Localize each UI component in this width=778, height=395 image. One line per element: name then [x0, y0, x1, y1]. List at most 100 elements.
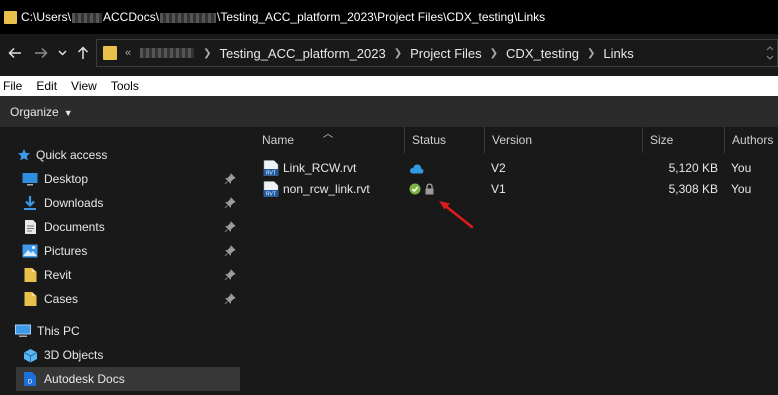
breadcrumb-separator-icon[interactable]: ❯ [587, 48, 595, 59]
breadcrumb-item[interactable]: Links [603, 46, 633, 61]
sidebar-item-this-pc[interactable]: This PC [15, 319, 240, 343]
column-header-label: Name [262, 133, 295, 147]
pin-icon [224, 197, 236, 209]
menu-tools[interactable]: Tools [108, 79, 146, 93]
star-icon [16, 147, 32, 163]
breadcrumb-separator-icon[interactable]: ❯ [490, 48, 498, 59]
folder-icon [103, 46, 117, 60]
navigation-pane: Quick access Desktop Downloads Documents… [0, 127, 243, 395]
redacted-text [140, 48, 195, 58]
sidebar-item-label: Cases [44, 292, 79, 306]
rvt-file-icon: RVT [263, 181, 279, 197]
menu-file[interactable]: File [0, 79, 29, 93]
redacted-text [72, 12, 103, 23]
sidebar-item-3d-objects[interactable]: 3D Objects [22, 343, 240, 367]
rvt-file-icon: RVT [263, 160, 279, 176]
sidebar-item-desktop[interactable]: Desktop [22, 167, 240, 191]
breadcrumb-item[interactable]: CDX_testing [506, 46, 579, 61]
lock-icon [425, 183, 434, 195]
breadcrumb-separator-icon[interactable]: ❯ [394, 48, 402, 59]
arrow-left-icon [8, 47, 21, 59]
sidebar-item-documents[interactable]: Documents [22, 215, 240, 239]
title-bar: C:\Users\ ACCDocs\ \Testing_ACC_platform_2… [0, 0, 778, 34]
overflow-chevron[interactable]: « [125, 47, 131, 59]
breadcrumb-item[interactable]: Testing_ACC_platform_2023 [220, 46, 386, 61]
sidebar-item-label: 3D Objects [44, 348, 104, 362]
sidebar-item-revit[interactable]: Revit [22, 263, 240, 287]
3d-objects-icon [22, 347, 38, 363]
window-title: C:\Users\ ACCDocs\ \Testing_ACC_platform_2… [21, 10, 546, 24]
sidebar-item-label: Downloads [44, 196, 104, 210]
column-header-name[interactable]: Name [255, 127, 405, 153]
sidebar-item-label: Autodesk Docs [44, 372, 125, 386]
status-cell [409, 163, 424, 174]
pictures-icon [22, 243, 38, 259]
sidebar-item-autodesk-docs[interactable]: D Autodesk Docs [16, 367, 240, 391]
menu-bar: File Edit View Tools [0, 76, 778, 96]
computer-icon [15, 323, 31, 339]
folder-icon [22, 267, 38, 283]
command-bar: Organize ▼ [0, 96, 778, 127]
column-header-authors[interactable]: Authors [725, 127, 778, 153]
column-header-size[interactable]: Size [643, 127, 725, 153]
menu-edit[interactable]: Edit [33, 79, 64, 93]
up-button[interactable] [70, 38, 96, 68]
file-size: 5,120 KB [668, 161, 718, 175]
arrow-right-icon [35, 47, 48, 59]
address-bar[interactable]: « ❯ Testing_ACC_platform_2023 ❯ Project … [96, 39, 778, 67]
sidebar-item-pictures[interactable]: Pictures [22, 239, 240, 263]
column-header-status[interactable]: Status [405, 127, 485, 153]
file-author: You [731, 161, 752, 175]
annotation-arrow-icon [439, 201, 474, 229]
synced-check-icon [409, 183, 421, 195]
file-list: ︿ Name Status Version Size Authors RVT L… [243, 127, 778, 395]
column-header-label: Size [650, 133, 674, 147]
svg-text:D: D [28, 380, 33, 386]
breadcrumb-item[interactable]: Project Files [410, 46, 482, 61]
pin-icon [224, 269, 236, 281]
file-name: Link_RCW.rvt [283, 161, 357, 175]
sidebar-item-label: Documents [44, 220, 105, 234]
file-author: You [731, 182, 752, 196]
redacted-text [160, 12, 217, 23]
documents-icon [22, 219, 38, 235]
column-header-label: Version [492, 133, 533, 147]
recent-locations-button[interactable] [54, 38, 70, 68]
navigation-bar: « ❯ Testing_ACC_platform_2023 ❯ Project … [0, 34, 778, 72]
svg-text:RVT: RVT [266, 171, 276, 177]
column-header-label: Status [412, 133, 447, 147]
file-version: V2 [491, 161, 506, 175]
download-icon [22, 195, 38, 211]
chevron-down-icon [57, 50, 67, 56]
pin-icon [224, 173, 236, 185]
forward-button[interactable] [28, 38, 54, 68]
folder-icon [22, 291, 38, 307]
menu-view[interactable]: View [68, 79, 104, 93]
autodesk-docs-icon: D [22, 371, 38, 387]
svg-text:RVT: RVT [266, 192, 276, 198]
organize-button[interactable]: Organize ▼ [10, 105, 73, 119]
column-header-label: Authors [732, 133, 774, 147]
organize-label: Organize [10, 104, 59, 119]
column-header-version[interactable]: Version [485, 127, 643, 153]
arrow-up-icon [77, 46, 89, 59]
back-button[interactable] [2, 38, 28, 68]
sidebar-item-cases[interactable]: Cases [22, 287, 240, 311]
breadcrumb-separator-icon[interactable]: ❯ [203, 48, 211, 59]
table-row[interactable]: RVT Link_RCW.rvt V2 5,120 KB You [258, 158, 778, 178]
caret-down-icon: ▼ [63, 107, 73, 118]
sidebar-item-downloads[interactable]: Downloads [22, 191, 240, 215]
address-scroll[interactable] [763, 40, 777, 66]
cloud-icon [409, 164, 424, 173]
sidebar-item-quick-access[interactable]: Quick access [16, 143, 240, 167]
file-size: 5,308 KB [668, 182, 718, 196]
file-version: V1 [491, 182, 506, 196]
pin-icon [224, 245, 236, 257]
sidebar-item-label: Revit [44, 268, 72, 282]
sidebar-item-label: This PC [37, 324, 80, 338]
pin-icon [224, 221, 236, 233]
sidebar-item-label: Desktop [44, 172, 89, 186]
table-row[interactable]: RVT non_rcw_link.rvt V1 5,308 KB You [258, 179, 778, 199]
status-cell [409, 183, 435, 195]
chevron-up-down-icon [766, 46, 774, 60]
